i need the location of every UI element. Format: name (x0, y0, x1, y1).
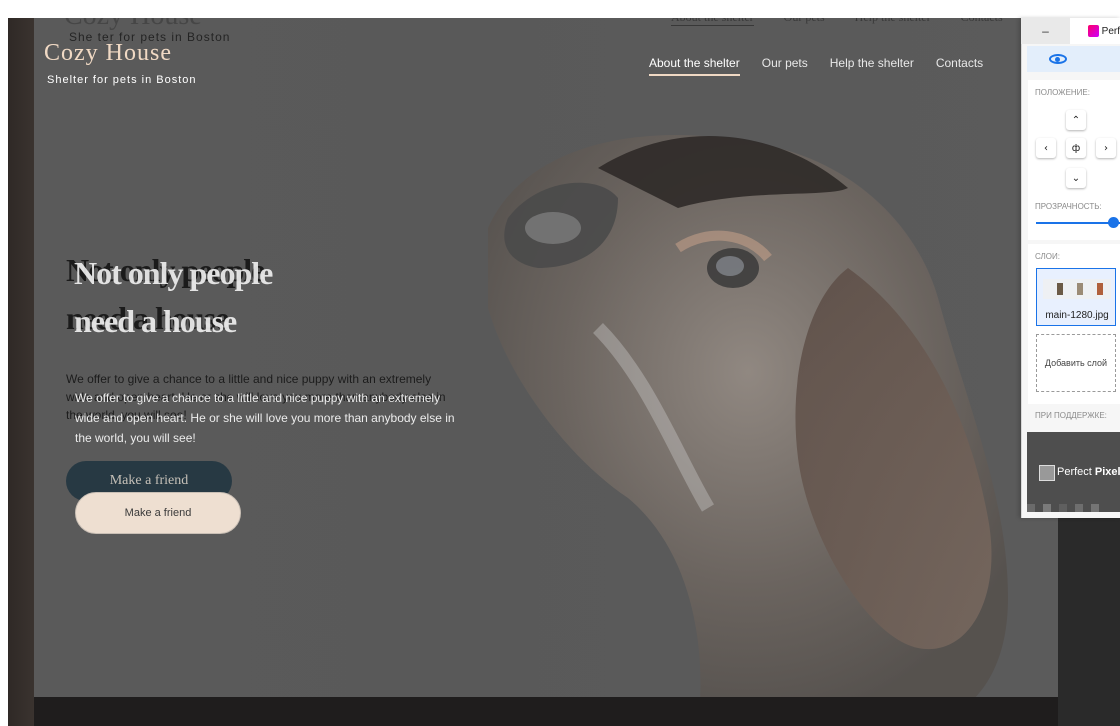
move-up-button[interactable]: ⌃ (1066, 110, 1086, 130)
hero-description: We offer to give a chance to a little an… (75, 391, 455, 445)
center-button[interactable]: ф (1066, 138, 1086, 158)
move-right-button[interactable]: › (1096, 138, 1116, 158)
perfect-pixel-tab[interactable]: Perf (1070, 18, 1120, 44)
opacity-label: ПРОЗРАЧНОСТЬ: (1035, 202, 1102, 211)
hero-title-line1: Not only people (74, 255, 273, 291)
layer-item[interactable]: main-1280.jpg (1036, 268, 1116, 326)
nav-help-shelter[interactable]: Help the shelter (830, 56, 914, 76)
add-layer-button[interactable]: Добавить слой (1036, 334, 1116, 392)
layer-thumbnail (1043, 279, 1111, 299)
supported-by-banner[interactable]: Perfect Pixel (1027, 432, 1120, 512)
perfect-pixel-brand-text: Perfect Pixel (1057, 466, 1120, 478)
hero-title: Not only people need a house (74, 249, 273, 345)
move-left-button[interactable]: ‹ (1036, 138, 1056, 158)
supported-label: ПРИ ПОДДЕРЖКЕ: (1035, 411, 1107, 420)
page-viewport: Cozy House She ter for pets in Boston Ab… (8, 18, 1058, 726)
next-section-strip (34, 697, 1058, 726)
site-logo[interactable]: Cozy House (44, 40, 172, 67)
opacity-slider-handle[interactable] (1108, 217, 1119, 228)
make-friend-button[interactable]: Make a friend (75, 492, 241, 534)
position-label: ПОЛОЖЕНИЕ: (1035, 88, 1090, 97)
layers-section: СЛОИ: main-1280.jpg Добавить слой ПРИ ПО… (1028, 244, 1120, 420)
perfect-pixel-logo-icon (1088, 25, 1099, 37)
overlay-nav: About the shelter Our pets Help the shel… (671, 18, 1003, 26)
site-logo-subtitle: Shelter for pets in Boston (47, 74, 197, 86)
main-nav: About the shelter Our pets Help the shel… (649, 56, 1005, 76)
nav-about-shelter[interactable]: About the shelter (649, 56, 740, 76)
layer-name: main-1280.jpg (1045, 310, 1109, 321)
nav-our-pets[interactable]: Our pets (762, 56, 808, 76)
visibility-toolbar (1027, 46, 1120, 72)
position-section: ПОЛОЖЕНИЕ: ⌃ ‹ ф › ⌄ ПРОЗРАЧНОСТЬ: (1028, 80, 1120, 240)
dog-photo (488, 135, 1008, 726)
move-down-button[interactable]: ⌄ (1066, 168, 1086, 188)
layers-label: СЛОИ: (1035, 252, 1060, 261)
overlay-nav-help: Help the shelter (855, 18, 931, 26)
eye-icon[interactable] (1049, 54, 1067, 64)
overlay-nav-contacts: Contacts (961, 18, 1003, 26)
perfect-pixel-tab-title: Perf (1101, 25, 1120, 37)
browser-top-strip (0, 0, 1120, 18)
overlay-nav-pets: Our pets (784, 18, 825, 26)
hero-title-line2: need a house (74, 303, 237, 339)
perfect-pixel-brand-icon (1039, 465, 1055, 481)
overlay-nav-about: About the shelter (671, 18, 754, 26)
minimize-panel-button[interactable]: – (1021, 18, 1071, 44)
nav-contacts[interactable]: Contacts (936, 56, 983, 76)
